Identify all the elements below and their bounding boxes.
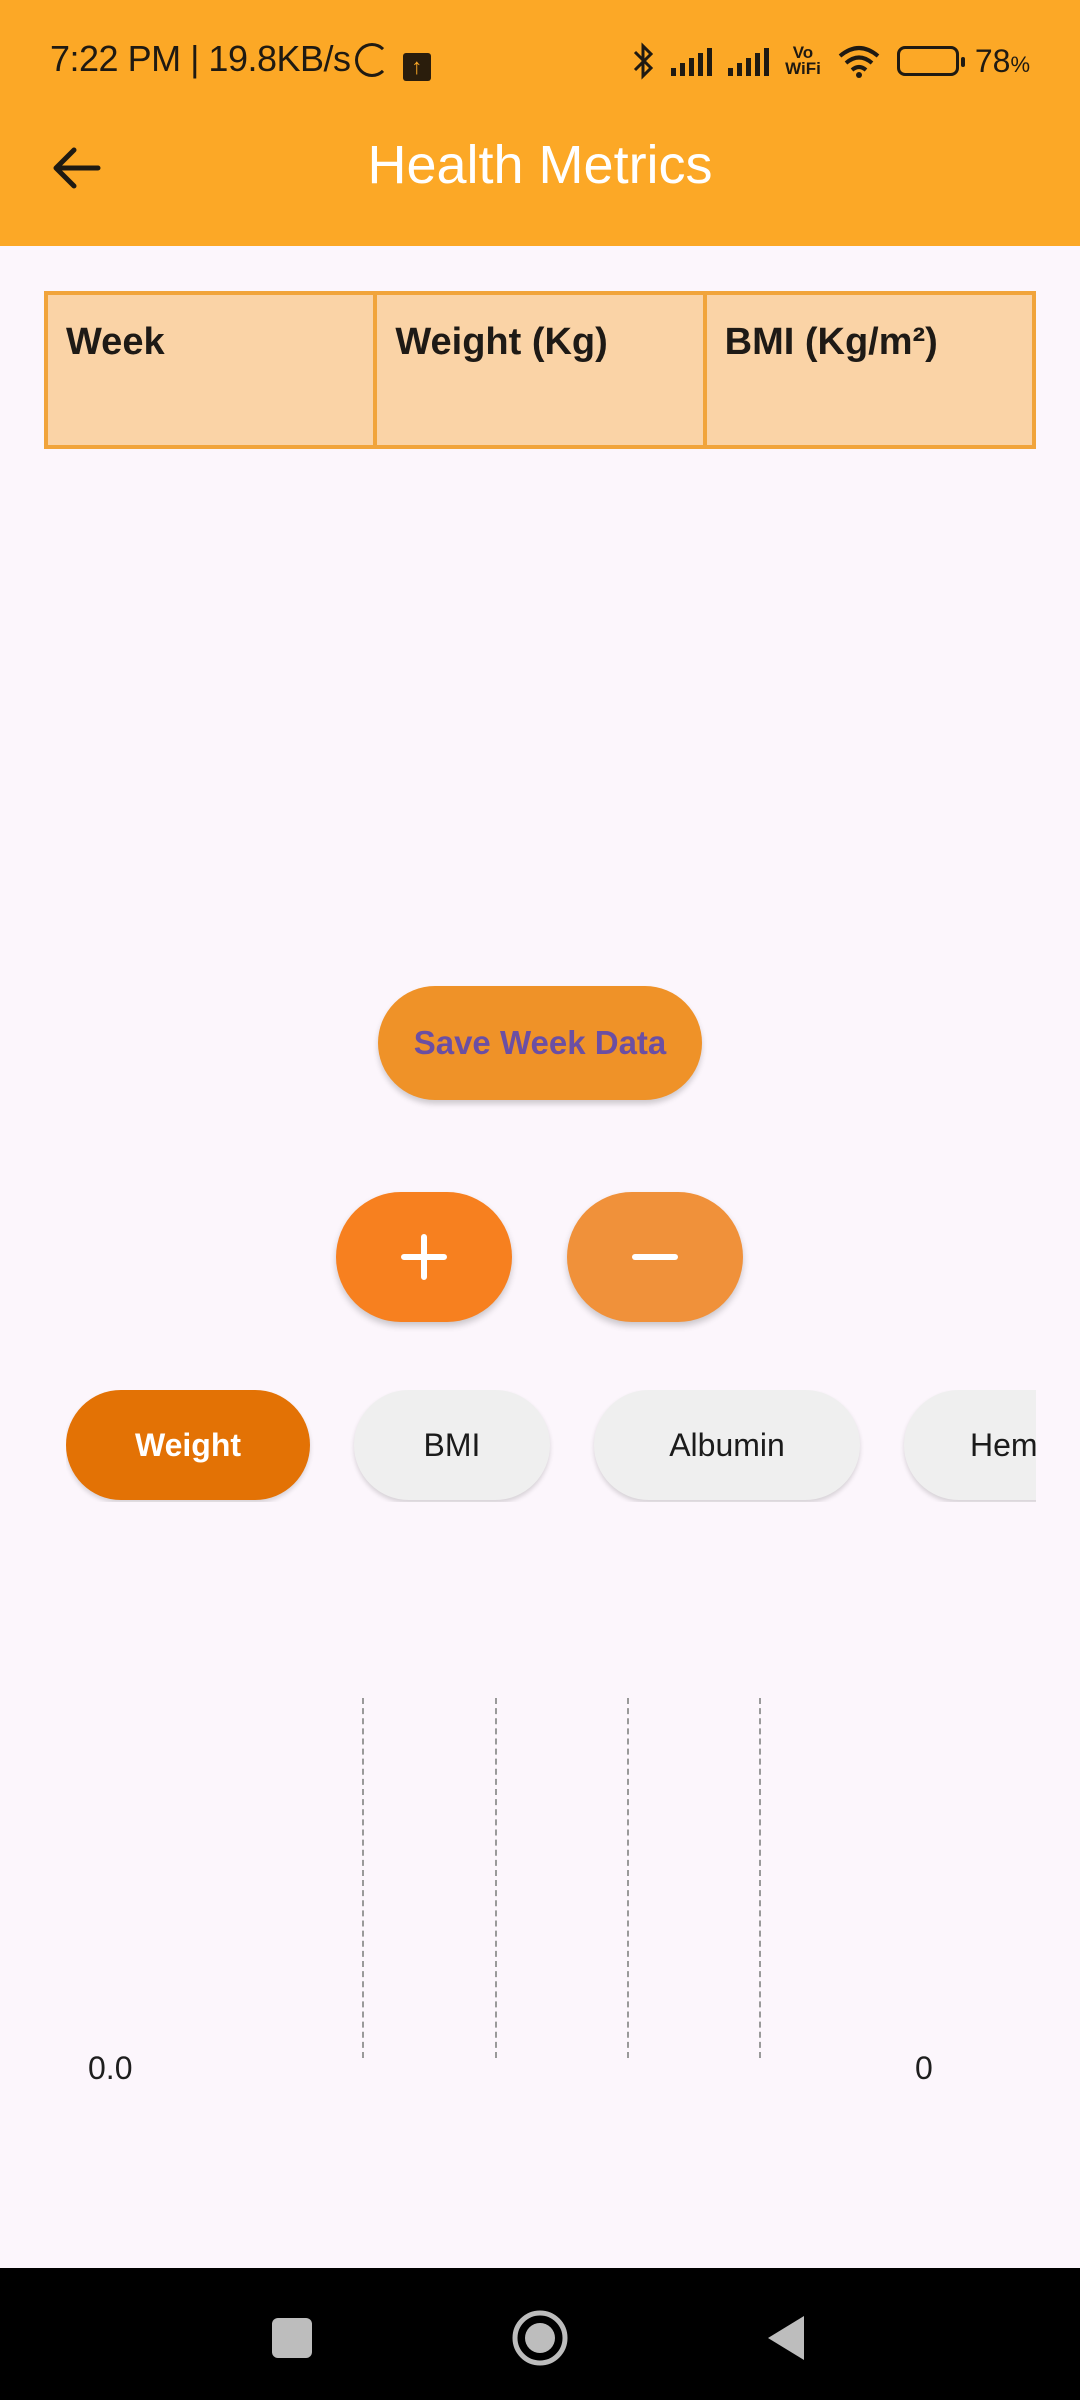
y-axis-tick-label: 0.0 bbox=[88, 2050, 133, 2086]
tab-weight[interactable]: Weight bbox=[66, 1390, 310, 1500]
tab-bmi[interactable]: BMI bbox=[354, 1390, 550, 1500]
column-header-weight: Weight (Kg) bbox=[377, 295, 707, 445]
signal-icon-1 bbox=[671, 46, 713, 76]
home-button[interactable] bbox=[510, 2308, 570, 2368]
home-circle-icon bbox=[512, 2310, 568, 2366]
plus-icon bbox=[401, 1234, 447, 1280]
metric-tabs: Weight BMI Albumin Hemoglobin bbox=[66, 1390, 1036, 1502]
square-icon bbox=[272, 2318, 312, 2358]
wifi-icon bbox=[838, 46, 880, 78]
metric-chart: 0.0 0 bbox=[0, 1690, 1080, 2090]
triangle-back-icon bbox=[768, 2316, 804, 2360]
status-icons: Vo WiFi 78% bbox=[631, 36, 1030, 86]
back-nav-button[interactable] bbox=[758, 2308, 818, 2368]
page-title: Health Metrics bbox=[367, 135, 713, 195]
tab-albumin[interactable]: Albumin bbox=[594, 1390, 860, 1500]
add-week-button[interactable] bbox=[336, 1192, 512, 1322]
tab-hemoglobin[interactable]: Hemoglobin bbox=[904, 1390, 1036, 1500]
chart-gridline bbox=[495, 1698, 497, 2058]
save-week-data-button[interactable]: Save Week Data bbox=[378, 986, 702, 1100]
x-axis-tick-label: 0 bbox=[915, 2050, 933, 2086]
chart-gridline bbox=[362, 1698, 364, 2058]
battery-icon bbox=[896, 46, 965, 76]
system-nav-bar bbox=[0, 2268, 1080, 2400]
chart-gridline bbox=[759, 1698, 761, 2058]
loading-icon bbox=[354, 43, 389, 77]
vowifi-icon: Vo WiFi bbox=[785, 44, 821, 78]
upload-icon: ↑ bbox=[402, 53, 431, 81]
battery-value: 78 bbox=[974, 42, 1011, 79]
recents-button[interactable] bbox=[262, 2308, 322, 2368]
metrics-table: Week Weight (Kg) BMI (Kg/m²) bbox=[44, 291, 1036, 449]
chart-gridline bbox=[627, 1698, 629, 2058]
minus-icon bbox=[632, 1254, 678, 1260]
remove-week-button[interactable] bbox=[567, 1192, 743, 1322]
status-time: 7:22 PM | 19.8KB/s ↑ bbox=[50, 38, 431, 81]
signal-icon-2 bbox=[728, 46, 770, 76]
bluetooth-icon bbox=[634, 42, 654, 80]
battery-unit: % bbox=[1010, 51, 1030, 77]
vowifi-bottom: WiFi bbox=[785, 59, 821, 78]
column-header-bmi: BMI (Kg/m²) bbox=[724, 321, 938, 363]
status-time-text: 7:22 PM | 19.8KB/s bbox=[50, 38, 351, 79]
battery-percent: 78% bbox=[975, 43, 1030, 80]
column-header-week: Week bbox=[48, 295, 378, 445]
status-bar: 7:22 PM | 19.8KB/s ↑ Vo WiFi 78% bbox=[0, 0, 1080, 120]
